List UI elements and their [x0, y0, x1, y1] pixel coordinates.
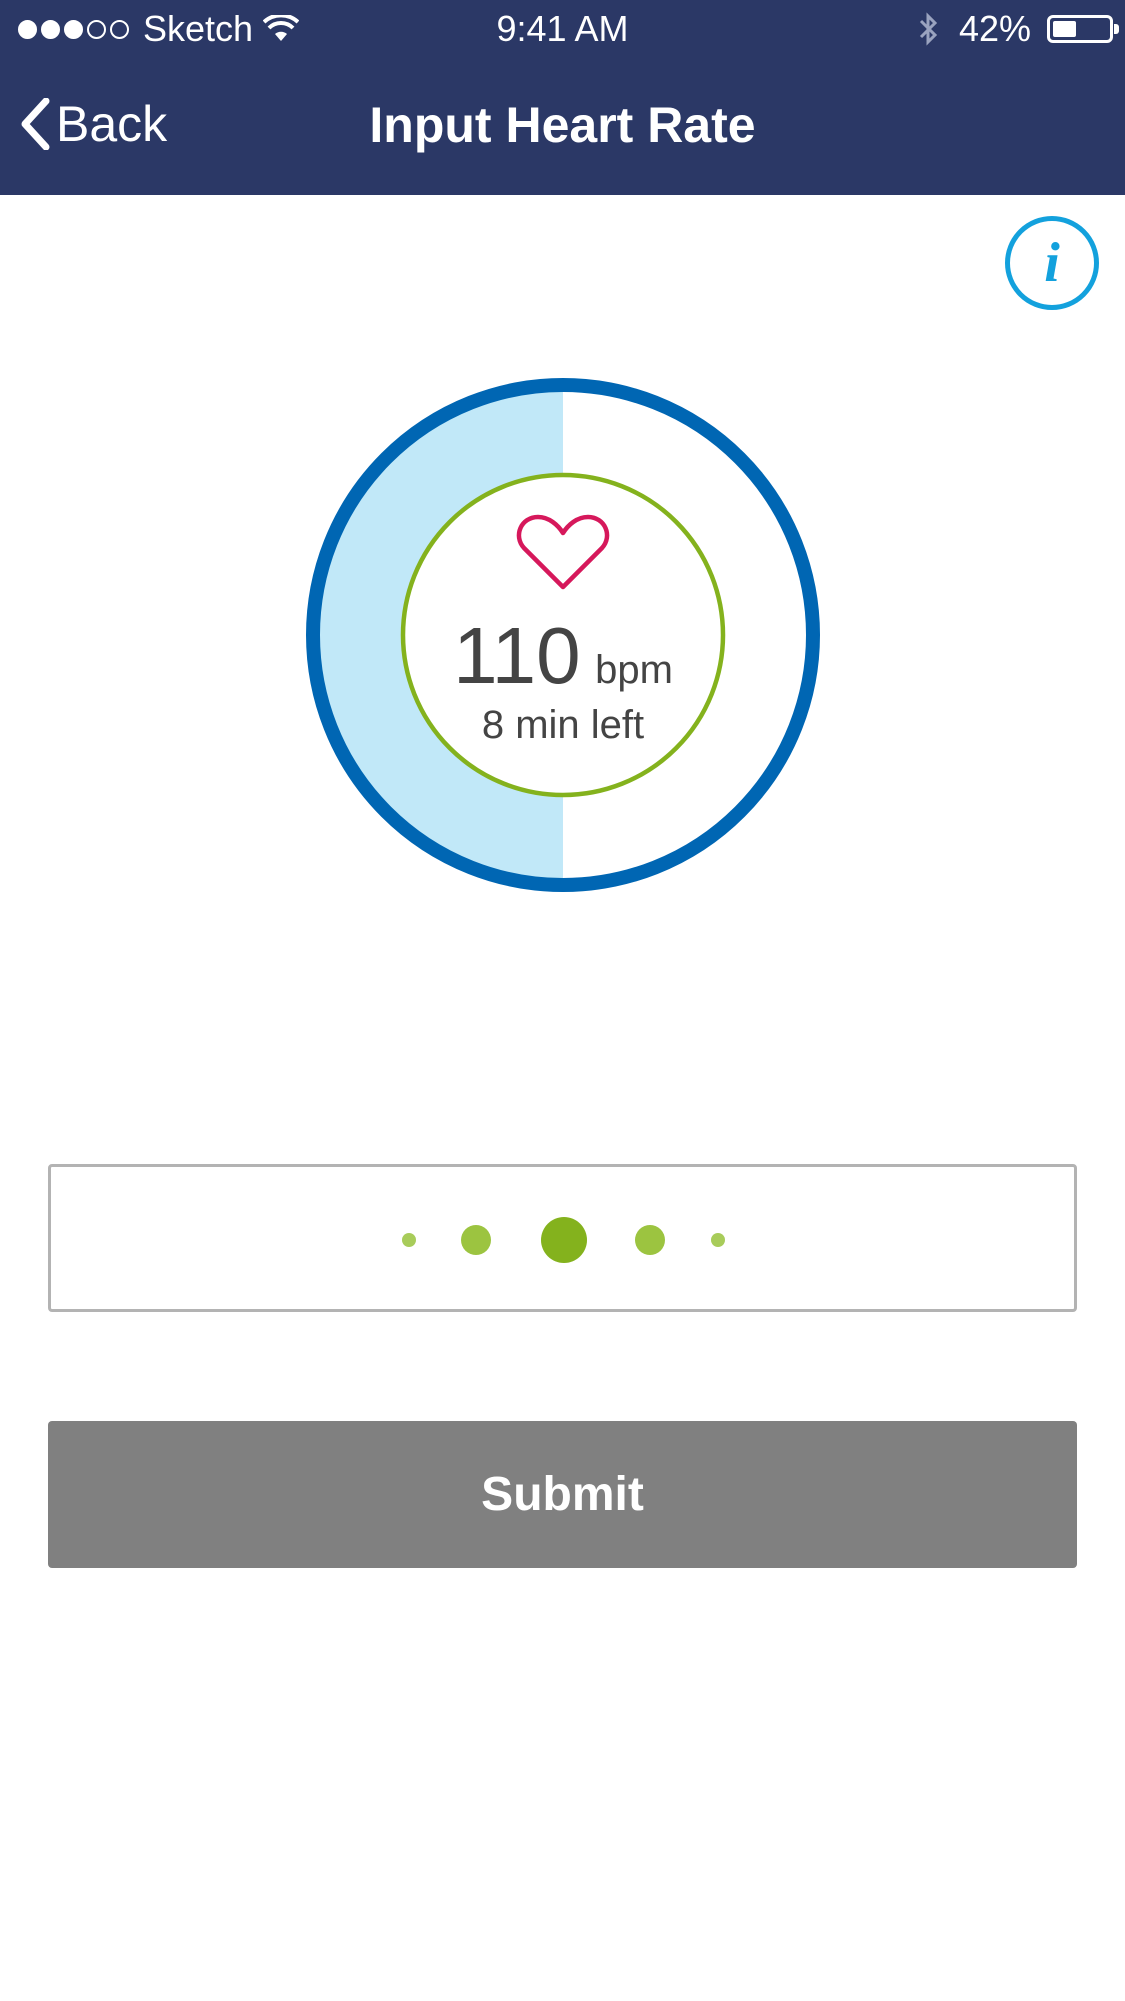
info-button[interactable]: i: [1005, 216, 1099, 310]
picker-dot: [635, 1225, 665, 1255]
picker-dot-selected: [541, 1217, 587, 1263]
heart-rate-picker[interactable]: [48, 1164, 1077, 1312]
header: Sketch 9:41 AM 42% Back Input Heart Rate: [0, 0, 1125, 195]
page-title: Input Heart Rate: [369, 97, 756, 153]
heart-rate-unit: bpm: [595, 648, 673, 692]
picker-dot: [461, 1225, 491, 1255]
heart-rate-value: 110: [453, 611, 581, 700]
bluetooth-icon: [919, 12, 938, 46]
status-bar: Sketch 9:41 AM 42%: [0, 0, 1125, 60]
submit-button[interactable]: Submit: [48, 1421, 1077, 1568]
battery-icon: [1047, 15, 1119, 43]
battery-percent: 42%: [958, 8, 1031, 49]
picker-dot: [711, 1233, 725, 1247]
time-left-label: 8 min left: [481, 703, 645, 747]
info-icon: i: [1044, 232, 1060, 294]
heart-rate-readout: 110 bpm: [306, 610, 820, 702]
heart-icon: [516, 514, 610, 590]
status-right: 42%: [917, 8, 1119, 50]
submit-label: Submit: [481, 1468, 644, 1521]
heart-rate-gauge: 110 bpm 8 min left: [306, 378, 820, 892]
gauge-content: 110 bpm 8 min left: [306, 378, 820, 892]
picker-dot: [402, 1233, 416, 1247]
